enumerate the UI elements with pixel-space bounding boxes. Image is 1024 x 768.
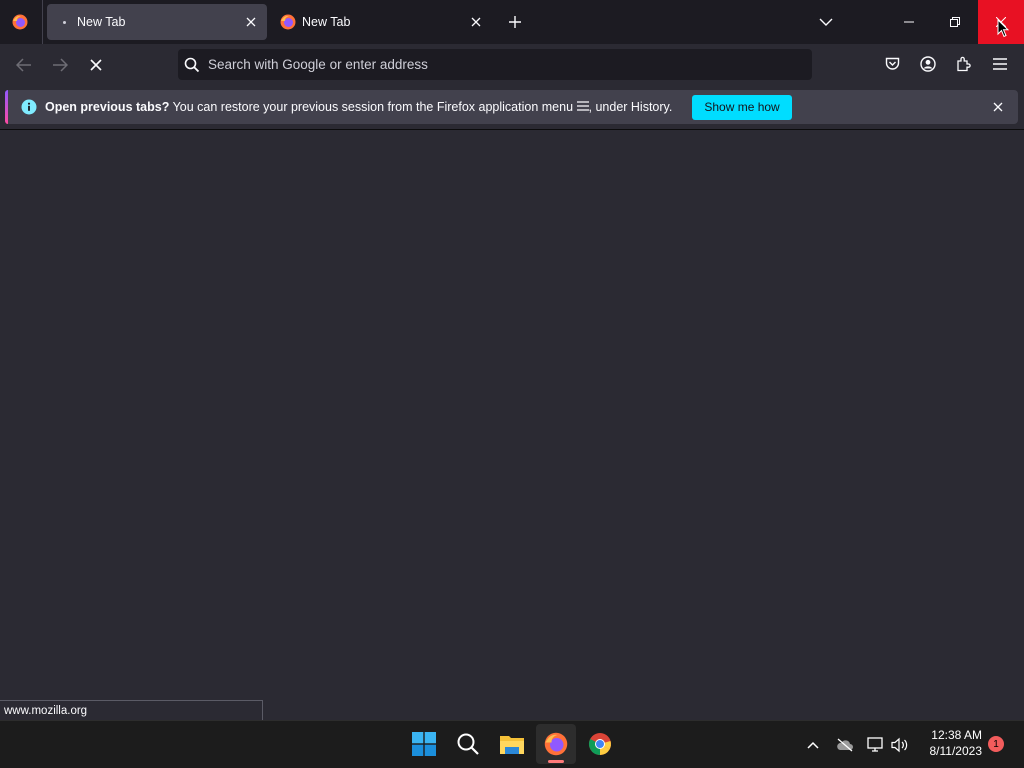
plus-icon [509, 16, 521, 28]
minimize-button[interactable] [886, 0, 932, 44]
extensions-icon [957, 56, 971, 72]
close-icon [471, 17, 481, 27]
volume-tray-button[interactable] [889, 734, 911, 756]
taskbar-search-button[interactable] [448, 724, 488, 764]
notification-text-end: , under History. [588, 100, 673, 114]
close-icon [246, 17, 256, 27]
show-hidden-icons-button[interactable] [802, 734, 824, 756]
onedrive-tray-button[interactable] [834, 734, 856, 756]
menu-icon [993, 58, 1007, 70]
chrome-icon [589, 733, 611, 755]
restore-icon [950, 17, 960, 27]
windows-start-icon [412, 732, 436, 756]
notification-message: Open previous tabs? You can restore your… [45, 100, 672, 114]
close-icon [993, 102, 1003, 112]
url-input[interactable] [206, 56, 790, 73]
restore-button[interactable] [932, 0, 978, 44]
running-indicator [548, 760, 564, 763]
firefox-icon [544, 732, 568, 756]
list-all-tabs-button[interactable] [812, 8, 840, 36]
close-tab-button[interactable] [468, 14, 484, 30]
volume-icon [891, 737, 908, 753]
network-tray-button[interactable] [865, 734, 887, 756]
menu-icon [576, 101, 589, 111]
firefox-icon [12, 14, 28, 30]
notification-text: You can restore your previous session fr… [169, 100, 577, 114]
account-button[interactable] [917, 53, 939, 75]
notification-title: Open previous tabs? [45, 100, 170, 114]
firefox-taskbar-button[interactable] [536, 724, 576, 764]
stop-button[interactable] [81, 50, 111, 80]
tab-strip: New Tab New Tab [0, 0, 1024, 44]
clock-date: 8/11/2023 [929, 744, 983, 758]
chevron-up-icon [807, 741, 819, 749]
network-icon [867, 737, 883, 752]
tab-title: New Tab [77, 15, 126, 29]
taskbar-search-icon [457, 733, 479, 755]
close-notification-button[interactable] [989, 98, 1007, 116]
tab-inactive[interactable]: New Tab [272, 4, 492, 40]
pocket-button[interactable] [881, 53, 903, 75]
account-icon [920, 56, 936, 72]
forward-button[interactable] [45, 50, 75, 80]
cloud-offline-icon [837, 738, 853, 752]
address-bar[interactable] [178, 49, 812, 80]
forward-icon [53, 58, 68, 72]
file-explorer-icon [500, 736, 524, 754]
taskbar-clock[interactable]: 12:38 AM 8/11/2023 [930, 727, 983, 759]
tab-separator [42, 0, 43, 44]
tab-title: New Tab [302, 15, 351, 29]
app-menu-button[interactable] [989, 53, 1011, 75]
file-explorer-button[interactable] [492, 724, 532, 764]
notification-center-button[interactable]: 1 [988, 736, 1004, 752]
back-button[interactable] [9, 50, 39, 80]
show-me-how-button[interactable]: Show me how [692, 94, 792, 120]
firefox-view-button[interactable] [4, 6, 36, 38]
search-icon [184, 57, 200, 72]
close-tab-button[interactable] [243, 14, 259, 30]
minimize-icon [904, 21, 914, 23]
extensions-button[interactable] [953, 53, 975, 75]
back-icon [16, 58, 31, 72]
info-icon [21, 99, 37, 115]
chrome-taskbar-button[interactable] [580, 724, 620, 764]
start-button[interactable] [404, 724, 444, 764]
restore-session-notification: Open previous tabs? You can restore your… [5, 90, 1018, 124]
loading-dot-icon [63, 20, 66, 24]
pocket-icon [885, 57, 899, 70]
mouse-cursor-icon [997, 19, 1009, 38]
chevron-down-icon [819, 18, 833, 26]
firefox-icon [280, 14, 296, 30]
new-tab-button[interactable] [501, 8, 529, 36]
status-panel: www.mozilla.org [0, 700, 263, 720]
notification-count-badge: 1 [993, 738, 999, 750]
stop-icon [90, 59, 102, 71]
clock-time: 12:38 AM [931, 728, 982, 742]
notification-accent [5, 90, 8, 124]
tab-active[interactable]: New Tab [47, 4, 267, 40]
page-content [0, 130, 1024, 720]
